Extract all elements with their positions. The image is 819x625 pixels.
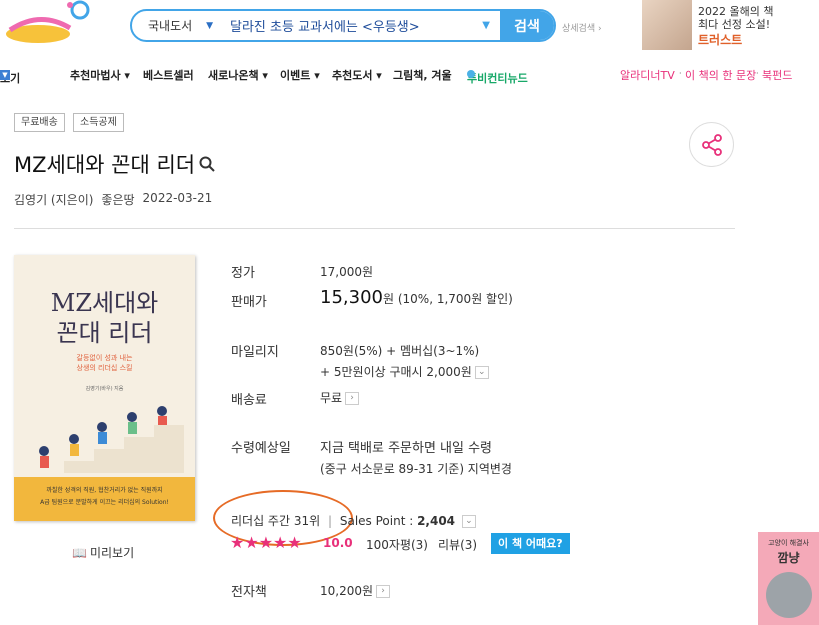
chevron-right-icon[interactable]: › <box>376 585 391 598</box>
sale-price: 15,300원 (10%, 1,700원 할인) <box>320 287 513 308</box>
sales-rank-row: 리더십 주간 31위 | Sales Point : 2,404 ⌄ <box>231 512 476 529</box>
main-nav: 보기 ▼ 추천마법사 ▾ 베스트셀러 새로나온책 ▾ 이벤트 ▾ 추천도서 ▾ … <box>0 67 793 85</box>
top-ad-banner[interactable]: 2022 올해의 책 최다 선정 소설! 트러스트 <box>642 0 819 52</box>
book-cover[interactable]: MZ세대와 꼰대 리더 갈등없이 성과 내는 상생의 리더십 스킬 김영기(바우)… <box>14 255 195 521</box>
chevron-down-icon: ▼ <box>206 20 214 31</box>
search-box: 국내도서 ▼ ▼ 검색 <box>130 9 556 42</box>
short-reviews-link[interactable]: 100자평(3) <box>366 536 428 553</box>
delivery-label: 수령예상일 <box>231 441 291 456</box>
ebook-price[interactable]: 10,200원 › <box>320 582 391 599</box>
weekly-rank[interactable]: 리더십 주간 31위 <box>231 514 320 528</box>
search-icon[interactable] <box>198 155 216 173</box>
cover-illustration <box>29 406 184 473</box>
sale-price-label: 판매가 <box>231 295 267 310</box>
banner-book-image <box>642 0 692 50</box>
book-meta: 김영기 (지은이) 좋은땅 2022-03-21 <box>14 191 212 208</box>
advanced-search-link[interactable]: 상세검색 › <box>562 21 602 34</box>
how-about-book-button[interactable]: 이 책 어때요? <box>491 533 570 554</box>
aladin-logo[interactable] <box>0 0 110 50</box>
nav-item-picturebook[interactable]: 그림책, 겨울 <box>393 67 452 83</box>
reviews-link[interactable]: 리뷰(3) <box>438 536 477 553</box>
author-link[interactable]: 김영기 (지은이) <box>14 191 93 208</box>
side-ad-banner[interactable]: 고양이 해결사 깜냥 <box>758 532 819 625</box>
nav-item-bookfund[interactable]: 북펀드 <box>762 67 792 83</box>
cat-illustration <box>766 572 812 618</box>
book-icon: 📖 <box>72 545 87 560</box>
list-price-label: 정가 <box>231 266 255 281</box>
nav-item-recommend[interactable]: 추천도서 ▾ <box>332 67 382 83</box>
nav-separator: · <box>756 69 759 78</box>
tag-tax-deduction: 소득공제 <box>73 113 124 132</box>
publish-date: 2022-03-21 <box>142 191 213 205</box>
nav-separator: · <box>679 69 682 78</box>
preview-button[interactable]: 📖 미리보기 <box>72 544 134 561</box>
more-icon <box>467 70 475 78</box>
search-button[interactable]: 검색 <box>500 11 554 40</box>
shipping-value: 무료 › <box>320 389 360 406</box>
nav-item-wizard[interactable]: 추천마법사 ▾ <box>70 67 130 83</box>
publisher-link[interactable]: 좋은땅 <box>101 191 134 208</box>
search-input[interactable] <box>230 18 483 33</box>
list-price: 17,000원 <box>320 265 374 279</box>
mileage-value: 850원(5%) + 멤버십(3~1%) <box>320 344 480 358</box>
nav-item-aladinertv[interactable]: 알라디너TV <box>620 67 675 83</box>
rating-score: 10.0 <box>323 536 353 550</box>
star-rating: ★★★★★ <box>230 533 302 552</box>
chevron-down-icon[interactable]: ⌄ <box>461 515 476 528</box>
shipping-label: 배송료 <box>231 393 267 408</box>
mileage-label: 마일리지 <box>231 345 279 360</box>
chevron-right-icon[interactable]: › <box>345 392 360 405</box>
divider <box>14 228 735 229</box>
nav-item-bestseller[interactable]: 베스트셀러 <box>143 67 194 83</box>
chevron-down-icon[interactable]: ⌄ <box>474 366 489 379</box>
share-icon <box>701 133 722 156</box>
share-button[interactable] <box>689 122 734 167</box>
delivery-value: 지금 택배로 주문하면 내일 수령 <box>320 441 493 456</box>
nav-item-new[interactable]: 새로나온책 ▾ <box>208 67 268 83</box>
search-category-select[interactable]: 국내도서 ▼ <box>132 17 230 34</box>
dropdown-arrow-icon[interactable]: ▼ <box>482 20 500 31</box>
ebook-label: 전자책 <box>231 585 267 600</box>
book-title: MZ세대와 꼰대 리더 <box>14 149 216 179</box>
tag-free-shipping: 무료배송 <box>14 113 65 132</box>
mileage-extra: + 5만원이상 구매시 2,000원 ⌄ <box>320 363 489 380</box>
sales-point: 2,404 <box>417 514 456 528</box>
chevron-down-icon: ▼ <box>0 70 10 80</box>
delivery-address[interactable]: (중구 서소문로 89-31 기준) 지역변경 <box>320 460 512 477</box>
nav-item-sentence[interactable]: 이 책의 한 문장 <box>685 67 756 83</box>
nav-item-event[interactable]: 이벤트 ▾ <box>280 67 320 83</box>
